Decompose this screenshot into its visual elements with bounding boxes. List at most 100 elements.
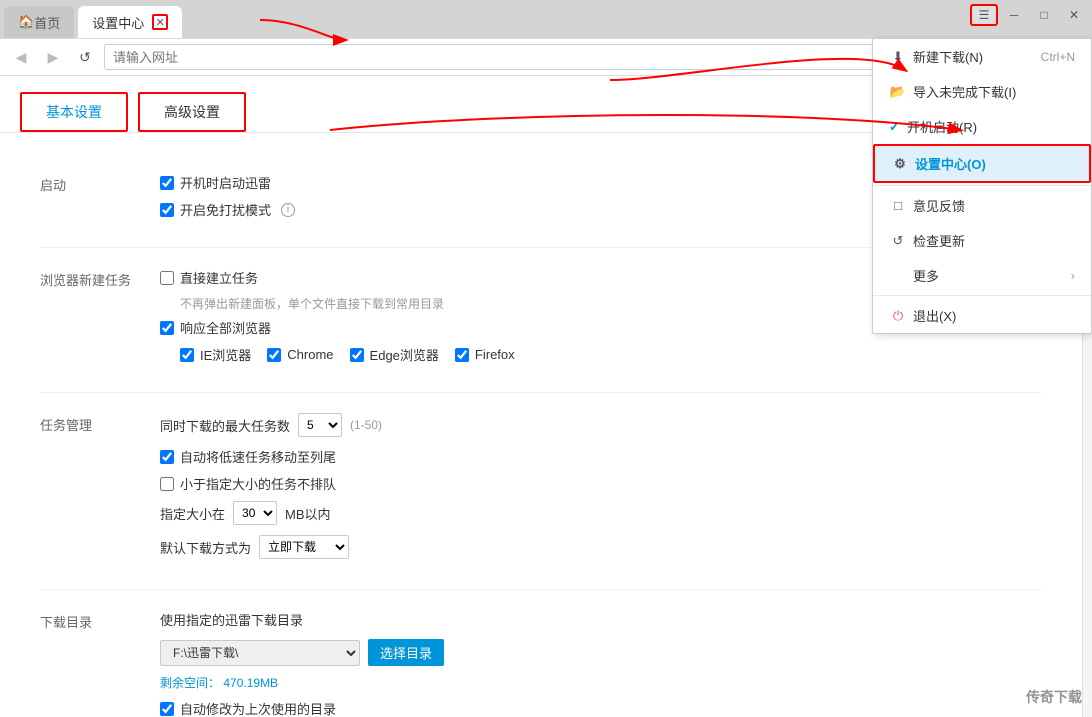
free-space-row: 剩余空间： 470.19MB (160, 674, 1042, 691)
browser-list: IE浏览器 Chrome Edge浏览器 (180, 345, 1042, 372)
exit-icon: ⏻ (889, 308, 907, 324)
maximize-button[interactable]: □ (1030, 4, 1058, 26)
tab-bar: 🏠 首页 设置中心 ✕ ☰ ─ □ ✕ (0, 0, 1092, 38)
new-download-label: 新建下载(N) (913, 47, 983, 66)
browser-ie-checkbox[interactable] (180, 348, 194, 362)
dropdown-item-more[interactable]: 更多 › (873, 258, 1091, 293)
dropdown-item-settings[interactable]: ⚙ 设置中心(O) (873, 144, 1091, 183)
startup-item2-label: 开启免打扰模式 (180, 200, 271, 219)
task-mgmt-section: 任务管理 同时下载的最大任务数 5 1234 102050 (1-50) (40, 393, 1042, 590)
browser-firefox: Firefox (455, 345, 515, 364)
tab-home-label: 首页 (34, 13, 60, 32)
size-select[interactable]: 30 (233, 501, 277, 525)
free-space-value: 470.19MB (223, 676, 278, 690)
browser-edge: Edge浏览器 (350, 345, 439, 364)
watermark: 传奇下载 (1026, 687, 1082, 707)
dropdown-item-new-download[interactable]: ⬇ 新建下载(N) Ctrl+N (873, 39, 1091, 74)
download-dir-section: 下载目录 使用指定的迅雷下载目录 F:\迅雷下载\ 选择目录 (40, 590, 1042, 717)
dropdown-item-import[interactable]: 📂 导入未完成下载(I) (873, 74, 1091, 109)
size-unit: MB以内 (285, 504, 331, 523)
dropdown-divider1 (873, 185, 1091, 186)
tab-advanced-label: 高级设置 (164, 104, 220, 120)
settings-icon: ⚙ (891, 156, 909, 172)
browser-task-item2-label: 响应全部浏览器 (180, 318, 271, 337)
window-controls: ☰ ─ □ ✕ (966, 0, 1092, 30)
max-tasks-select[interactable]: 5 1234 102050 (298, 413, 342, 437)
info-icon[interactable]: i (281, 203, 295, 217)
dropdown-item-feedback[interactable]: □ 意见反馈 (873, 188, 1091, 223)
browser-firefox-label: Firefox (475, 347, 515, 362)
startup-checkbox2[interactable] (160, 203, 174, 217)
task-item2-label: 自动将低速任务移动至列尾 (180, 447, 336, 466)
browser-edge-label: Edge浏览器 (370, 345, 439, 364)
default-download-select[interactable]: 立即下载 (259, 535, 349, 559)
toolbar-menu-button[interactable]: ☰ (970, 4, 998, 26)
size-label: 指定大小在 (160, 504, 225, 523)
browser-window: 🏠 首页 设置中心 ✕ ☰ ─ □ ✕ ◀ ▶ ↺ 基本设置 (0, 0, 1092, 717)
startup-checkbox1[interactable] (160, 176, 174, 190)
download-dir-body: 使用指定的迅雷下载目录 F:\迅雷下载\ 选择目录 剩余空间： (160, 610, 1042, 717)
tab-settings[interactable]: 设置中心 ✕ (78, 6, 182, 38)
tab-basic-label: 基本设置 (46, 104, 102, 120)
back-button[interactable]: ◀ (8, 44, 34, 70)
exit-label: 退出(X) (913, 306, 956, 325)
new-download-shortcut: Ctrl+N (1041, 50, 1075, 64)
max-tasks-label: 同时下载的最大任务数 (160, 416, 290, 435)
auto-last-dir-checkbox[interactable] (160, 702, 174, 716)
dropdown-item-startup[interactable]: ✓ 开机启动(R) (873, 109, 1091, 144)
default-download-row: 默认下载方式为 立即下载 (160, 535, 1042, 559)
update-icon: ↺ (889, 233, 907, 249)
settings-center-label: 设置中心(O) (915, 154, 986, 173)
task-checkbox3[interactable] (160, 477, 174, 491)
tab-close-icon[interactable]: ✕ (152, 14, 168, 30)
browser-task-item1-label: 直接建立任务 (180, 268, 258, 287)
feedback-icon: □ (889, 198, 907, 213)
refresh-button[interactable]: ↺ (72, 44, 98, 70)
dropdown-divider2 (873, 295, 1091, 296)
dropdown-item-exit[interactable]: ⏻ 退出(X) (873, 298, 1091, 333)
task-item2: 自动将低速任务移动至列尾 (160, 447, 1042, 466)
max-tasks-row: 同时下载的最大任务数 5 1234 102050 (1-50) (160, 413, 1042, 437)
close-button[interactable]: ✕ (1060, 4, 1088, 26)
feedback-label: 意见反馈 (913, 196, 965, 215)
browser-ie: IE浏览器 (180, 345, 251, 364)
default-download-label: 默认下载方式为 (160, 538, 251, 557)
auto-last-dir-label: 自动修改为上次使用的目录 (180, 699, 336, 717)
select-dir-button[interactable]: 选择目录 (368, 639, 444, 666)
more-arrow-icon: › (1071, 268, 1075, 283)
browser-ie-label: IE浏览器 (200, 345, 251, 364)
dir-path-select[interactable]: F:\迅雷下载\ (160, 640, 360, 666)
task-mgmt-body: 同时下载的最大任务数 5 1234 102050 (1-50) 自动将低速任务移… (160, 413, 1042, 569)
browser-task-checkbox2[interactable] (160, 321, 174, 335)
startup-label: 开机启动(R) (907, 117, 977, 136)
use-specified-label: 使用指定的迅雷下载目录 (160, 610, 303, 629)
forward-button[interactable]: ▶ (40, 44, 66, 70)
tab-home[interactable]: 🏠 首页 (4, 6, 74, 38)
browser-task-checkbox1[interactable] (160, 271, 174, 285)
browser-edge-checkbox[interactable] (350, 348, 364, 362)
startup-check-icon: ✓ (889, 119, 903, 135)
dropdown-menu: ⬇ 新建下载(N) Ctrl+N 📂 导入未完成下载(I) ✓ 开机启动(R) … (872, 38, 1092, 334)
more-label: 更多 (913, 266, 939, 285)
browser-chrome-label: Chrome (287, 347, 333, 362)
import-icon: 📂 (889, 84, 907, 100)
tab-basic[interactable]: 基本设置 (20, 92, 128, 132)
max-tasks-hint: (1-50) (350, 418, 382, 432)
task-checkbox2[interactable] (160, 450, 174, 464)
browser-chrome: Chrome (267, 345, 333, 364)
home-icon: 🏠 (18, 14, 34, 30)
tab-settings-label: 设置中心 (92, 13, 144, 32)
use-specified-dir: 使用指定的迅雷下载目录 (160, 610, 1042, 629)
task-item3: 小于指定大小的任务不排队 (160, 474, 1042, 493)
size-row: 指定大小在 30 MB以内 (160, 501, 1042, 525)
dropdown-item-update[interactable]: ↺ 检查更新 (873, 223, 1091, 258)
minimize-button[interactable]: ─ (1000, 4, 1028, 26)
browser-task-label: 浏览器新建任务 (40, 268, 160, 372)
startup-item1-label: 开机时启动迅雷 (180, 173, 271, 192)
browser-chrome-checkbox[interactable] (267, 348, 281, 362)
tab-advanced[interactable]: 高级设置 (138, 92, 246, 132)
task-mgmt-label: 任务管理 (40, 413, 160, 569)
download-dir-label: 下载目录 (40, 610, 160, 717)
browser-firefox-checkbox[interactable] (455, 348, 469, 362)
startup-label: 启动 (40, 173, 160, 227)
